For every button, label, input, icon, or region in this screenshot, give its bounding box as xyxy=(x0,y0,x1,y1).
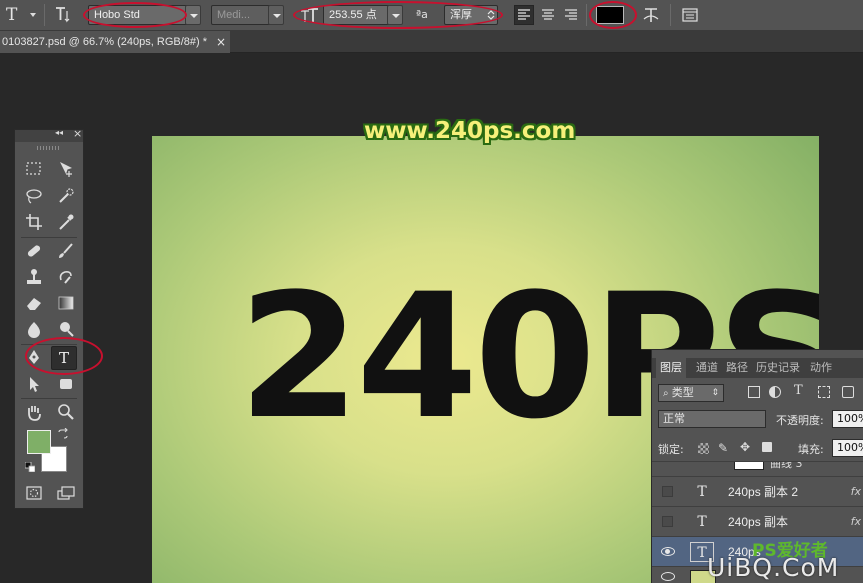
fx-icon[interactable]: fx xyxy=(851,507,861,537)
opacity-label: 不透明度: xyxy=(776,414,824,427)
font-family-field[interactable]: Hobo Std xyxy=(88,5,198,25)
blur-tool-icon[interactable] xyxy=(21,318,47,340)
pen-tool-icon[interactable] xyxy=(21,346,47,368)
visibility-toggle[interactable] xyxy=(662,486,673,497)
clone-stamp-tool-icon[interactable] xyxy=(21,266,47,288)
font-size-icon xyxy=(300,6,320,26)
eye-icon[interactable] xyxy=(661,572,675,581)
tool-preset-arrow[interactable] xyxy=(30,13,36,17)
layer-filter-select[interactable]: ⌕ 类型 ⇕ xyxy=(658,384,724,402)
options-bar: T Hobo Std Medi... 253.55 点 ªa 浑厚 xyxy=(0,0,863,31)
filter-pixel-icon[interactable] xyxy=(748,386,760,398)
uibq-watermark: UiBQ.CoM xyxy=(707,553,840,582)
eyedropper-tool-icon[interactable] xyxy=(53,211,79,233)
tab-history[interactable]: 历史记录 xyxy=(756,358,800,378)
hand-tool-icon[interactable] xyxy=(21,401,47,423)
toggle-text-orientation-icon[interactable] xyxy=(54,5,72,25)
dodge-tool-icon[interactable] xyxy=(53,318,79,340)
close-panel-icon[interactable]: × xyxy=(73,127,82,140)
layer-name: 240ps 副本 xyxy=(728,515,789,529)
visibility-toggle[interactable] xyxy=(662,516,673,527)
opacity-field[interactable]: 100% xyxy=(832,410,863,428)
character-panel-icon[interactable] xyxy=(681,6,699,24)
fill-label: 填充: xyxy=(798,443,824,456)
antialias-icon: ªa xyxy=(416,8,428,21)
filter-smart-object-icon[interactable] xyxy=(842,386,854,398)
lasso-tool-icon[interactable] xyxy=(21,185,47,207)
marquee-tool-icon[interactable] xyxy=(21,158,47,180)
gradient-tool-icon[interactable] xyxy=(53,292,79,314)
type-tool-glyph: T xyxy=(58,349,69,367)
layer-row[interactable]: T 240ps 副本 fx xyxy=(652,506,863,536)
screen-mode-icon[interactable] xyxy=(53,482,79,504)
warp-text-icon[interactable] xyxy=(642,5,660,25)
quick-mask-icon[interactable] xyxy=(21,482,47,504)
layer-row-curves[interactable]: 曲线 3 xyxy=(652,461,863,476)
layers-panel-tabs: 图层 通道 路径 历史记录 动作 xyxy=(652,358,863,378)
filter-shape-icon[interactable] xyxy=(818,386,830,398)
search-icon: ⌕ xyxy=(663,388,672,399)
lock-pixels-icon[interactable]: ✎ xyxy=(718,441,728,455)
document-tab-title: 0103827.psd @ 66.7% (240ps, RGB/8#) * xyxy=(2,36,208,48)
collapse-panel-icon[interactable]: ◂◂ xyxy=(55,128,63,137)
filter-adjustment-icon[interactable] xyxy=(769,386,781,398)
text-layer-icon: T xyxy=(697,514,707,530)
antialias-stepper-icon[interactable] xyxy=(487,9,495,21)
align-right-button[interactable] xyxy=(562,6,580,24)
align-left-button[interactable] xyxy=(514,5,534,25)
tab-channels[interactable]: 通道 xyxy=(696,358,718,378)
quick-selection-tool-icon[interactable] xyxy=(53,185,79,207)
swap-colors-icon[interactable] xyxy=(57,427,69,440)
zoom-tool-icon[interactable] xyxy=(53,401,79,423)
path-selection-tool-icon[interactable] xyxy=(21,373,47,395)
eraser-tool-icon[interactable] xyxy=(21,292,47,314)
document-tab[interactable]: 0103827.psd @ 66.7% (240ps, RGB/8#) * xyxy=(0,31,230,53)
close-document-icon[interactable]: × xyxy=(214,31,228,53)
history-brush-tool-icon[interactable] xyxy=(53,266,79,288)
fill-field[interactable]: 100% xyxy=(832,439,863,457)
stepper-icon: ⇕ xyxy=(711,388,719,398)
foreground-color-swatch-front xyxy=(27,430,51,454)
tab-paths[interactable]: 路径 xyxy=(726,358,748,378)
shape-tool-icon[interactable] xyxy=(53,373,79,395)
eye-icon[interactable] xyxy=(661,547,675,556)
font-style-dropdown[interactable] xyxy=(268,5,284,25)
tools-panel: ◂◂ × T xyxy=(14,127,103,509)
layer-row[interactable]: T 240ps 副本 2 fx xyxy=(652,476,863,506)
tab-actions[interactable]: 动作 xyxy=(810,358,832,378)
healing-brush-tool-icon[interactable] xyxy=(21,240,47,262)
lock-position-icon[interactable]: ✥ xyxy=(740,440,750,454)
default-colors-icon[interactable] xyxy=(24,461,36,473)
crop-tool-icon[interactable] xyxy=(21,211,47,233)
lock-label: 锁定: xyxy=(658,443,684,456)
fx-icon[interactable]: fx xyxy=(851,477,861,507)
tools-panel-header[interactable]: ◂◂ × xyxy=(15,127,83,142)
brush-tool-icon[interactable] xyxy=(53,240,79,262)
text-color-swatch[interactable] xyxy=(596,6,624,24)
filter-type-icon[interactable]: T xyxy=(794,383,803,398)
tab-layers[interactable]: 图层 xyxy=(656,358,686,378)
font-size-field[interactable]: 253.55 点 xyxy=(323,5,395,25)
layer-name: 曲线 3 xyxy=(770,461,803,470)
layer-name: 240ps 副本 2 xyxy=(728,485,799,499)
site-watermark: www.240ps.com xyxy=(364,118,576,144)
panel-grip[interactable] xyxy=(37,146,61,150)
blend-mode-select[interactable]: 正常 xyxy=(658,410,766,428)
font-size-dropdown[interactable] xyxy=(387,5,403,25)
lock-all-icon[interactable] xyxy=(762,442,772,452)
move-tool-icon[interactable] xyxy=(53,158,79,180)
type-tool-button[interactable]: T xyxy=(51,346,77,370)
layer-mask-thumbnail xyxy=(734,462,764,470)
lock-transparency-icon[interactable] xyxy=(698,443,709,454)
text-layer-icon: T xyxy=(697,484,707,500)
document-tab-bar: 0103827.psd @ 66.7% (240ps, RGB/8#) * × xyxy=(0,31,863,53)
type-tool-icon[interactable]: T xyxy=(6,4,26,26)
align-center-button[interactable] xyxy=(539,6,557,24)
font-family-dropdown[interactable] xyxy=(185,5,201,25)
